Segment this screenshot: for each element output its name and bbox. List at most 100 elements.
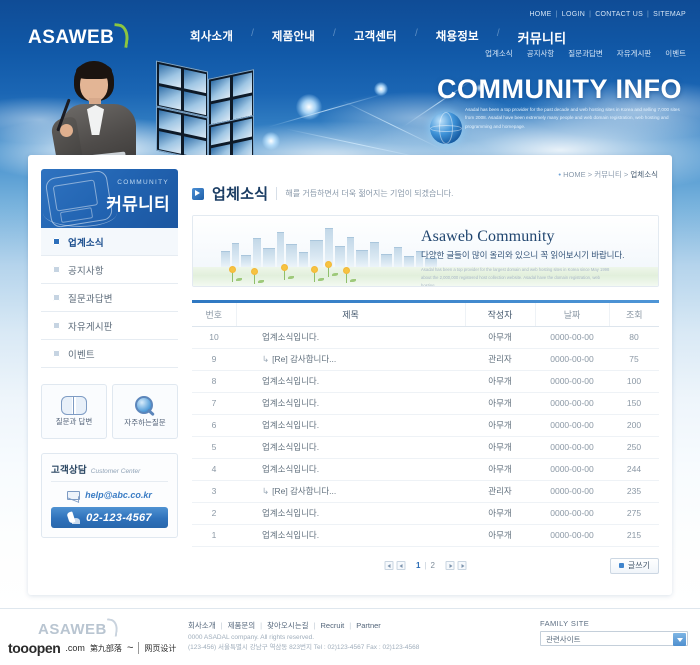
nav-item-company[interactable]: 회사소개 xyxy=(190,28,233,44)
cell-title[interactable]: 업계소식입니다. xyxy=(236,502,465,525)
nav-label: 고객센터 xyxy=(353,31,397,43)
table-row[interactable]: 8 업계소식입니다. 아무개 0000-00-00 100 xyxy=(192,370,659,393)
watermark-com: .com xyxy=(65,643,85,653)
util-link-sitemap[interactable]: SITEMAP xyxy=(653,11,686,18)
cell-hits: 215 xyxy=(609,524,659,547)
board-table: 번호 제목 작성자 날짜 조회 10 업계소식입니다. 아무개 0000-00- xyxy=(192,303,659,547)
cell-title[interactable]: 업계소식입니다. xyxy=(236,524,465,547)
pagination-page-1[interactable]: 1 xyxy=(416,561,420,570)
post-title-link[interactable]: 업계소식입니다. xyxy=(262,464,319,474)
nav-item-products[interactable]: 제품안내 xyxy=(272,28,315,44)
table-row[interactable]: 6 업계소식입니다. 아무개 0000-00-00 200 xyxy=(192,414,659,437)
customer-center-phone[interactable]: 02-123-4567 xyxy=(51,507,168,528)
cell-title[interactable]: 업계소식입니다. xyxy=(236,326,465,349)
util-link-login[interactable]: LOGIN xyxy=(562,11,585,18)
quick-link-faq[interactable]: 자주하는질문 xyxy=(112,384,178,439)
cell-author: 아무개 xyxy=(465,414,535,437)
post-title-link[interactable]: 업계소식입니다. xyxy=(262,332,319,342)
sub-nav-item-free-board[interactable]: 자유게시판 xyxy=(617,48,652,59)
cell-hits: 200 xyxy=(609,414,659,437)
nav-label: 채용정보 xyxy=(435,31,479,43)
table-row[interactable]: 9 ↳ [Re] 감사합니다... 관리자 0000-00-00 75 xyxy=(192,348,659,371)
pagination-page-2[interactable]: 2 xyxy=(431,561,435,570)
column-header-date: 날짜 xyxy=(535,303,610,327)
table-row[interactable]: 4 업계소식입니다. 아무개 0000-00-00 244 xyxy=(192,458,659,481)
cell-title[interactable]: ↳ [Re] 감사합니다... xyxy=(236,480,465,503)
quick-link-label: 자주하는질문 xyxy=(124,417,166,427)
quick-link-qna[interactable]: 질문과 답변 xyxy=(41,384,107,439)
cell-title[interactable]: 업계소식입니다. xyxy=(236,370,465,393)
table-row[interactable]: 7 업계소식입니다. 아무개 0000-00-00 150 xyxy=(192,392,659,415)
nav-item-support[interactable]: 고객센터 xyxy=(354,28,397,44)
cell-title[interactable]: 업계소식입니다. xyxy=(236,458,465,481)
write-post-button[interactable]: 글쓰기 xyxy=(609,557,659,574)
watermark: tooopen .com 第九部落 ~ 网页设计 xyxy=(8,640,176,656)
sub-nav-item-qna[interactable]: 질문과답변 xyxy=(568,48,603,59)
breadcrumb-home[interactable]: HOME xyxy=(563,170,586,179)
pagination-last-button[interactable] xyxy=(457,560,467,570)
customer-center-email[interactable]: help@abc.co.kr xyxy=(51,490,168,500)
table-row[interactable]: 1 업계소식입니다. 아무개 0000-00-00 215 xyxy=(192,524,659,547)
quick-link-label: 질문과 답변 xyxy=(55,417,93,426)
footer-link-partner[interactable]: Partner xyxy=(356,621,381,630)
post-title-link[interactable]: 업계소식입니다. xyxy=(262,508,319,518)
bullet-icon xyxy=(53,322,60,329)
cell-hits: 244 xyxy=(609,458,659,481)
post-title-link[interactable]: 업계소식입니다. xyxy=(262,376,319,386)
family-site-select[interactable]: 관련사이트 xyxy=(540,631,688,646)
util-link-home[interactable]: HOME xyxy=(529,11,551,18)
footer-link-recruit[interactable]: Recruit xyxy=(320,621,344,630)
sidebar-item-industry-news[interactable]: 업계소식 xyxy=(41,228,178,256)
nav-item-recruit[interactable]: 채용정보 xyxy=(436,28,479,44)
site-logo[interactable]: ASAWEB xyxy=(28,27,127,49)
footer-link-company[interactable]: 회사소개 xyxy=(188,620,216,631)
sub-nav-item-notice[interactable]: 공지사항 xyxy=(527,48,555,59)
table-row[interactable]: 10 업계소식입니다. 아무개 0000-00-00 80 xyxy=(192,326,659,349)
post-title-link[interactable]: [Re] 감사합니다... xyxy=(272,486,336,496)
footer-link-directions[interactable]: 찾아오시는길 xyxy=(267,620,308,631)
cell-title[interactable]: 업계소식입니다. xyxy=(236,392,465,415)
sidebar-item-notice[interactable]: 공지사항 xyxy=(41,256,178,284)
chevron-down-icon[interactable] xyxy=(673,633,686,646)
pagination-next-button[interactable] xyxy=(445,560,455,570)
cell-title[interactable]: ↳ [Re] 감사합니다... xyxy=(236,348,465,371)
sidebar-item-qna[interactable]: 질문과답변 xyxy=(41,284,178,312)
footer-links: 회사소개 | 제품문의 | 찾아오시는길 | Recruit | Partner xyxy=(188,620,381,631)
sub-nav-item-event[interactable]: 이벤트 xyxy=(665,48,686,59)
footer-link-product-inquiry[interactable]: 제품문의 xyxy=(228,620,256,631)
page-title-description: 해를 거듭하면서 더욱 젊어지는 기업이 되겠습니다. xyxy=(285,189,454,198)
post-title-link[interactable]: 업계소식입니다. xyxy=(262,530,319,540)
pagination-first-button[interactable] xyxy=(384,560,394,570)
breadcrumb-section[interactable]: 커뮤니티 xyxy=(594,170,622,179)
util-link-contact[interactable]: CONTACT US xyxy=(595,11,643,18)
sidebar-item-event[interactable]: 이벤트 xyxy=(41,340,178,368)
post-title-link[interactable]: 업계소식입니다. xyxy=(262,442,319,452)
cell-title[interactable]: 업계소식입니다. xyxy=(236,414,465,437)
cell-no: 7 xyxy=(192,392,236,415)
footer-logo[interactable]: ASAWEB xyxy=(38,621,117,638)
cell-date: 0000-00-00 xyxy=(535,502,609,525)
cell-date: 0000-00-00 xyxy=(535,392,609,415)
watermark-divider xyxy=(138,642,140,654)
cell-date: 0000-00-00 xyxy=(535,436,609,459)
bullet-icon xyxy=(53,294,60,301)
sub-nav-item-industry-news[interactable]: 업계소식 xyxy=(485,48,513,59)
table-row[interactable]: 3 ↳ [Re] 감사합니다... 관리자 0000-00-00 235 xyxy=(192,480,659,503)
sub-nav: 업계소식 공지사항 질문과답변 자유게시판 이벤트 xyxy=(485,48,686,59)
post-title-link[interactable]: [Re] 감사합니다... xyxy=(272,354,336,364)
hero-globe-icon xyxy=(430,112,462,144)
sidebar-item-free-board[interactable]: 자유게시판 xyxy=(41,312,178,340)
post-title-link[interactable]: 업계소식입니다. xyxy=(262,420,319,430)
pagination-row: 1 | 2 글쓰기 xyxy=(192,557,659,577)
table-row[interactable]: 5 업계소식입니다. 아무개 0000-00-00 250 xyxy=(192,436,659,459)
main-nav: 회사소개 / 제품안내 / 고객센터 / 채용정보 / 커뮤니티 xyxy=(190,28,566,47)
cell-title[interactable]: 업계소식입니다. xyxy=(236,436,465,459)
footer-link-separator: | xyxy=(260,621,263,630)
nav-item-community[interactable]: 커뮤니티 xyxy=(518,28,567,47)
cell-author: 아무개 xyxy=(465,392,535,415)
table-row[interactable]: 2 업계소식입니다. 아무개 0000-00-00 275 xyxy=(192,502,659,525)
cell-no: 5 xyxy=(192,436,236,459)
pagination-prev-button[interactable] xyxy=(396,560,406,570)
write-post-label: 글쓰기 xyxy=(627,561,650,570)
post-title-link[interactable]: 업계소식입니다. xyxy=(262,398,319,408)
